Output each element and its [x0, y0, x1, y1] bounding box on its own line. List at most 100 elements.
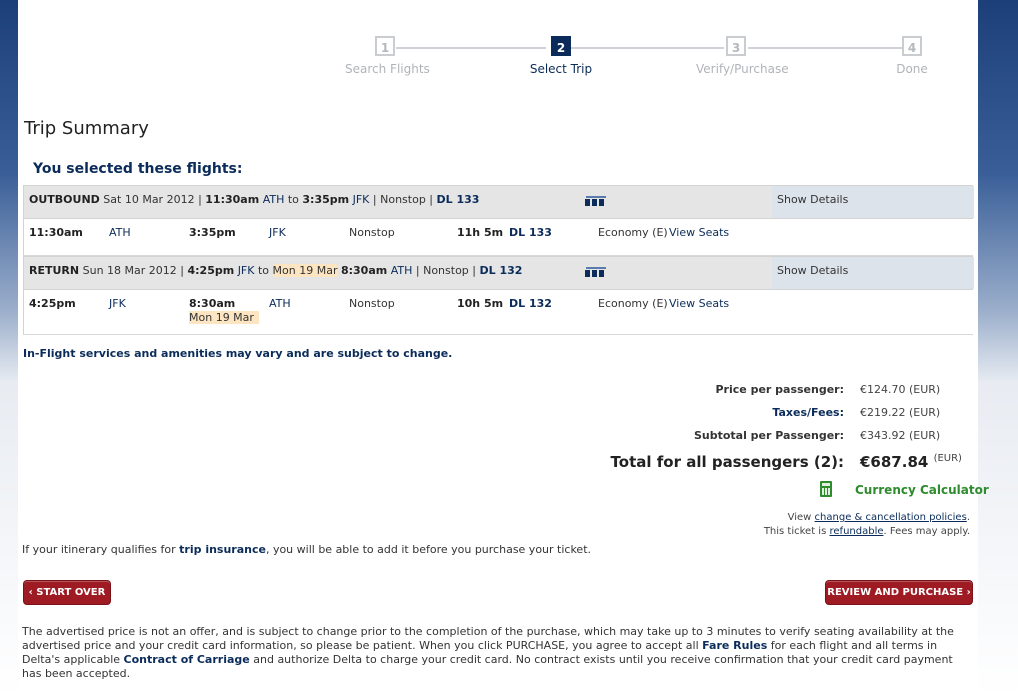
- depart-code: JFK: [237, 264, 255, 277]
- stops: Nonstop: [349, 297, 395, 310]
- taxes-label[interactable]: Taxes/Fees:: [772, 406, 844, 419]
- show-details-link[interactable]: Show Details: [777, 264, 848, 277]
- policy-text: View: [787, 512, 812, 523]
- step-label: Search Flights: [345, 62, 430, 76]
- arrive-date: Mon 19 Mar: [189, 311, 259, 324]
- outbound-segment: 11:30am ATH 3:35pm JFK Nonstop 11h 5m DL…: [23, 219, 973, 256]
- change-policy-link[interactable]: change & cancellation policies: [815, 512, 967, 523]
- depart-code: ATH: [262, 193, 285, 206]
- step-select-trip: 2 Select Trip: [521, 36, 601, 76]
- seat-map-icon[interactable]: [584, 266, 608, 278]
- start-over-button[interactable]: ‹ START OVER: [23, 580, 111, 605]
- step-label: Verify/Purchase: [696, 62, 789, 76]
- background-left: [0, 0, 20, 696]
- fare-rules-link[interactable]: Fare Rules: [702, 639, 767, 652]
- currency-calculator-link[interactable]: Currency Calculator: [855, 483, 989, 497]
- chevron-right-icon: ›: [966, 587, 971, 598]
- booking-page: 1 Search Flights 2 Select Trip 3 Verify/…: [18, 0, 989, 696]
- total-row: Total for all passengers (2): €687.84 (E…: [464, 453, 964, 477]
- separator: |: [176, 264, 188, 277]
- step-label: Select Trip: [529, 62, 593, 76]
- subtotal-value: €343.92 (EUR): [860, 429, 941, 442]
- trip-insurance-link[interactable]: trip insurance: [179, 543, 266, 556]
- show-details-link[interactable]: Show Details: [777, 193, 848, 206]
- taxes-value: €219.22 (EUR): [860, 406, 941, 419]
- total-label: Total for all passengers (2):: [610, 453, 844, 471]
- arrive-time: 8:30am: [189, 297, 236, 310]
- total-value-cell: €687.84 (EUR): [860, 453, 964, 471]
- chevron-left-icon: ‹: [28, 587, 33, 598]
- policy-text: This ticket is: [763, 526, 827, 537]
- depart-time: 11:30am: [29, 226, 83, 239]
- arrive-code: ATH: [269, 297, 291, 310]
- depart-time: 4:25pm: [187, 264, 235, 277]
- trip-date: Sat 10 Mar 2012: [103, 193, 195, 206]
- review-purchase-label: REVIEW AND PURCHASE: [827, 587, 964, 598]
- flight-number: DL 133: [509, 226, 552, 239]
- show-details-cell: Show Details: [772, 186, 974, 218]
- trip-date: Sun 18 Mar 2012: [82, 264, 177, 277]
- flights-table: OUTBOUND Sat 10 Mar 2012 | 11:30am ATH t…: [23, 185, 974, 335]
- insurance-text: If your itinerary qualifies for: [22, 543, 176, 556]
- trip-type: RETURN: [29, 264, 80, 277]
- start-over-label: START OVER: [36, 587, 106, 598]
- price-per-passenger-row: Price per passenger: €124.70 (EUR): [464, 383, 964, 403]
- subtotal-row: Subtotal per Passenger: €343.92 (EUR): [464, 429, 964, 449]
- currency-calculator[interactable]: Currency Calculator: [820, 481, 989, 499]
- flight-number: DL 132: [509, 297, 552, 310]
- depart-code: JFK: [109, 297, 126, 310]
- outbound-header: OUTBOUND Sat 10 Mar 2012 | 11:30am ATH t…: [23, 185, 974, 219]
- price-value: €124.70 (EUR): [860, 383, 941, 396]
- progress-steps: 1 Search Flights 2 Select Trip 3 Verify/…: [345, 36, 928, 86]
- return-header: RETURN Sun 18 Mar 2012 | 4:25pm JFK to M…: [23, 256, 974, 290]
- total-currency: (EUR): [933, 453, 962, 464]
- arrive-code: JFK: [352, 193, 370, 206]
- view-seats-link[interactable]: View Seats: [669, 226, 729, 239]
- depart-time: 4:25pm: [29, 297, 76, 310]
- flight-number: DL 132: [479, 264, 523, 277]
- separator: |: [468, 264, 480, 277]
- depart-time: 11:30am: [205, 193, 260, 206]
- policy-text: . Fees may apply.: [883, 526, 971, 537]
- arrive-time: 3:35pm: [189, 226, 236, 239]
- duration: 10h 5m: [457, 297, 504, 310]
- price-label: Price per passenger:: [715, 383, 845, 396]
- view-seats-link[interactable]: View Seats: [669, 297, 729, 310]
- step-label: Done: [896, 62, 928, 76]
- step-number: 4: [902, 36, 922, 56]
- refund-line: This ticket is refundable. Fees may appl…: [764, 525, 970, 539]
- show-details-cell: Show Details: [772, 257, 974, 289]
- separator: |: [412, 264, 424, 277]
- arrive-cell: 8:30am Mon 19 Mar: [189, 297, 259, 324]
- refundable-link[interactable]: refundable: [830, 526, 884, 537]
- insurance-text: , you will be able to add it before you …: [265, 543, 592, 556]
- step-verify-purchase: 3 Verify/Purchase: [696, 36, 789, 76]
- depart-code: ATH: [109, 226, 131, 239]
- calculator-icon: [820, 481, 832, 497]
- return-summary: RETURN Sun 18 Mar 2012 | 4:25pm JFK to M…: [29, 264, 522, 277]
- arrive-code: JFK: [269, 226, 286, 239]
- stops: Nonstop: [423, 264, 469, 277]
- cabin-class: Economy (E): [598, 297, 668, 310]
- stops: Nonstop: [380, 193, 426, 206]
- policy-text: .: [966, 512, 970, 523]
- to-text: to: [257, 264, 270, 277]
- seat-map-icon[interactable]: [584, 195, 608, 207]
- background-right: [978, 0, 1018, 696]
- page-title: Trip Summary: [24, 118, 149, 139]
- to-text: to: [287, 193, 299, 206]
- review-purchase-button[interactable]: REVIEW AND PURCHASE ›: [825, 580, 973, 605]
- total-value: €687.84: [860, 453, 929, 471]
- outbound-summary: OUTBOUND Sat 10 Mar 2012 | 11:30am ATH t…: [29, 193, 479, 206]
- policy-line: View change & cancellation policies.: [764, 511, 970, 525]
- policy-links: View change & cancellation policies. Thi…: [764, 511, 970, 539]
- contract-of-carriage-link[interactable]: Contract of Carriage: [124, 653, 250, 666]
- separator: |: [425, 193, 437, 206]
- step-number: 3: [726, 36, 746, 56]
- amenity-notice: In-Flight services and amenities may var…: [23, 347, 453, 360]
- step-number: 1: [375, 36, 395, 56]
- insurance-note: If your itinerary qualifies for trip ins…: [22, 543, 591, 556]
- step-search-flights: 1 Search Flights: [345, 36, 430, 76]
- stops: Nonstop: [349, 226, 395, 239]
- arrive-time: 8:30am: [340, 264, 388, 277]
